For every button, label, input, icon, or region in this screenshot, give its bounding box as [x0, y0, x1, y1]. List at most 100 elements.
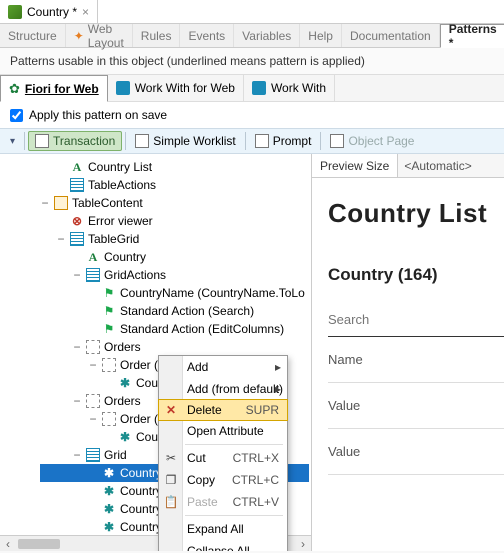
context-menu: Add▸Add (from default)▸✕DeleteSUPROpen A… — [158, 355, 288, 551]
tree-node-label: Error viewer — [88, 214, 153, 228]
shortcut-label: CTRL+V — [233, 495, 279, 509]
page-icon — [135, 134, 149, 148]
tree-node-label: Country List — [88, 160, 152, 174]
expander-icon[interactable]: − — [72, 340, 82, 354]
search-field[interactable]: 🔍 — [328, 303, 504, 337]
preview-size-label: Preview Size — [312, 159, 397, 173]
context-menu-item[interactable]: Expand All — [159, 518, 287, 540]
context-menu-item[interactable]: Collapse All — [159, 540, 287, 551]
apply-label: Apply this pattern on save — [29, 108, 167, 122]
menu-item-icon: 📋 — [163, 495, 179, 509]
search-input[interactable] — [328, 312, 504, 327]
tree-node[interactable]: ⚑ Standard Action (EditColumns) — [40, 320, 309, 338]
tree-node-label: GridActions — [104, 268, 166, 282]
editor-tab[interactable]: Documentation — [342, 24, 440, 47]
x-icon: ✱ — [118, 430, 132, 444]
tree-node-label: Grid — [104, 448, 127, 462]
context-menu-item[interactable]: Add▸ — [159, 356, 287, 378]
expander-icon[interactable]: − — [88, 358, 98, 372]
context-menu-item[interactable]: ❐CopyCTRL+C — [159, 469, 287, 491]
collapse-button[interactable]: ▾ — [4, 134, 21, 149]
x-icon: ✱ — [102, 484, 116, 498]
a-icon: A — [70, 160, 84, 174]
expander-icon[interactable]: − — [56, 232, 66, 246]
toolbar-button: Object Page — [324, 132, 420, 150]
expander-icon[interactable]: − — [72, 268, 82, 282]
box-icon — [54, 196, 68, 210]
editor-tab[interactable]: Rules — [133, 24, 181, 47]
ord-icon — [102, 358, 116, 372]
flag-icon: ⚑ — [102, 322, 116, 336]
grid-icon — [86, 448, 100, 462]
tree-node[interactable]: ⚑ CountryName (CountryName.ToLo — [40, 284, 309, 302]
document-tab[interactable]: Country * × — [0, 0, 98, 23]
expander-icon[interactable]: − — [88, 412, 98, 426]
expander-icon[interactable]: − — [72, 394, 82, 408]
toolbar-button[interactable]: Simple Worklist — [129, 132, 241, 150]
context-menu-item[interactable]: ✂CutCTRL+X — [159, 447, 287, 469]
preview-panel: Preview Size <Automatic> Country List Co… — [311, 154, 504, 551]
ord-icon — [86, 394, 100, 408]
expander-icon[interactable]: − — [72, 448, 82, 462]
tree-node-label: Standard Action (Search) — [120, 304, 254, 318]
x-icon: ✱ — [102, 502, 116, 516]
submenu-icon: ▸ — [275, 360, 281, 374]
editor-tab[interactable]: Patterns * — [440, 24, 504, 48]
editor-tab[interactable]: ✦Web Layout — [66, 24, 133, 47]
context-menu-item[interactable]: Open Attribute — [159, 420, 287, 442]
ord-icon — [86, 340, 100, 354]
shortcut-label: SUPR — [246, 403, 279, 417]
tree-node[interactable]: ACountry — [40, 248, 309, 266]
submenu-icon: ▸ — [275, 382, 281, 396]
toolbar-button[interactable]: Transaction — [28, 131, 122, 151]
toolbar-button[interactable]: Prompt — [249, 132, 318, 150]
apply-checkbox[interactable] — [10, 109, 23, 122]
err-icon: ⊗ — [70, 214, 84, 228]
a-icon: A — [86, 250, 100, 264]
editor-tab[interactable]: Events — [180, 24, 234, 47]
tree-node-label: Orders — [104, 340, 141, 354]
page-icon — [255, 134, 269, 148]
menu-item-icon: ✕ — [163, 403, 179, 417]
tree-panel: A Country List TableActions−TableContent ⊗ E… — [0, 154, 311, 551]
context-menu-item[interactable]: Add (from default)▸ — [159, 378, 287, 400]
shortcut-label: CTRL+X — [233, 451, 279, 465]
flag-icon: ⚑ — [102, 304, 116, 318]
menu-item-icon: ❐ — [163, 473, 179, 487]
tree-node[interactable]: − TableGrid — [40, 230, 309, 248]
ord-icon — [102, 412, 116, 426]
tree-node[interactable]: − GridActions — [40, 266, 309, 284]
tree-node[interactable]: TableActions — [40, 176, 309, 194]
hint-text: Patterns usable in this object (underlin… — [0, 48, 504, 74]
preview-cell: Value — [328, 383, 504, 429]
preview-size-select[interactable]: <Automatic> — [397, 154, 504, 177]
pattern-item[interactable]: Work With for Web — [108, 75, 244, 101]
page-icon — [330, 134, 344, 148]
pattern-item[interactable]: Work With — [244, 75, 335, 101]
transaction-icon — [8, 5, 22, 19]
tree-node-label: TableGrid — [88, 232, 139, 246]
tree-node[interactable]: − Orders — [40, 338, 309, 356]
tree-node-label: CountryName (CountryName.ToLo — [120, 286, 305, 300]
editor-tab[interactable]: Structure — [0, 24, 66, 47]
flag-icon: ⚑ — [102, 286, 116, 300]
tree-node-label: Standard Action (EditColumns) — [120, 322, 284, 336]
fiori-icon: ✿ — [9, 81, 20, 97]
expander-icon[interactable]: − — [40, 196, 50, 210]
page-icon — [35, 134, 49, 148]
editor-tab[interactable]: Help — [300, 24, 342, 47]
scroll-left-icon[interactable]: ‹ — [0, 537, 16, 551]
tree-node[interactable]: −TableContent — [40, 194, 309, 212]
tree-node[interactable]: ⊗ Error viewer — [40, 212, 309, 230]
preview-title: Country List — [328, 198, 504, 229]
tree-node[interactable]: A Country List — [40, 158, 309, 176]
x-icon: ✱ — [118, 376, 132, 390]
pattern-item[interactable]: ✿Fiori for Web — [0, 75, 108, 102]
scroll-right-icon[interactable]: › — [295, 537, 311, 551]
context-menu-item[interactable]: ✕DeleteSUPR — [158, 399, 288, 421]
tree-node[interactable]: ⚑ Standard Action (Search) — [40, 302, 309, 320]
editor-tab[interactable]: Variables — [234, 24, 300, 47]
x-icon: ✱ — [102, 520, 116, 534]
close-icon[interactable]: × — [82, 5, 89, 19]
scroll-thumb[interactable] — [18, 539, 60, 549]
